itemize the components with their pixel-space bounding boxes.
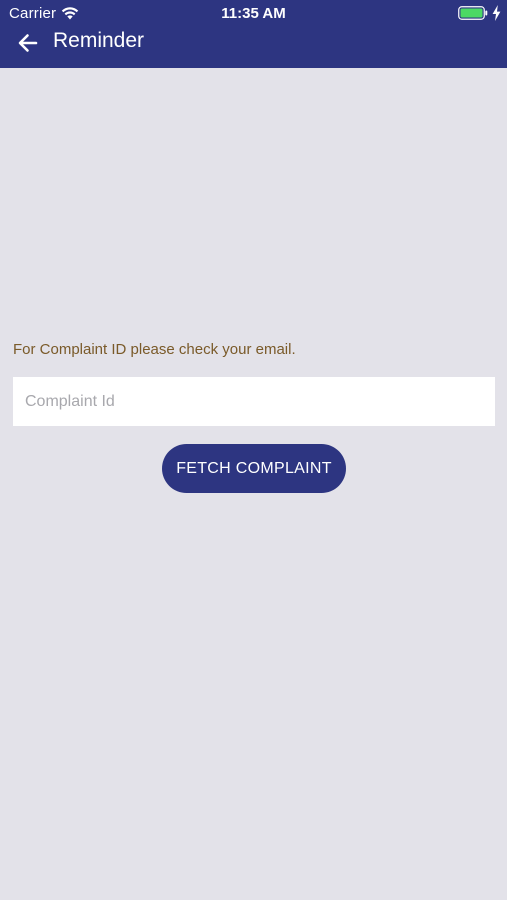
arrow-left-icon: [18, 34, 38, 52]
charging-bolt-icon: [492, 5, 501, 21]
back-button[interactable]: [14, 29, 42, 57]
battery-full-icon: [458, 6, 488, 20]
status-bar: Carrier 11:35 AM: [0, 0, 507, 26]
page-title: Reminder: [53, 29, 145, 52]
status-time: 11:35 AM: [221, 5, 286, 22]
fetch-complaint-label: FETCH COMPLAINT: [176, 459, 332, 477]
app-header: Carrier 11:35 AM Reminder: [0, 0, 507, 68]
fetch-complaint-button[interactable]: FETCH COMPLAINT: [162, 444, 346, 493]
complaint-id-input[interactable]: [13, 377, 495, 426]
navigation-bar: Reminder: [0, 26, 507, 68]
complaint-id-instruction: For Complaint ID please check your email…: [13, 341, 296, 358]
